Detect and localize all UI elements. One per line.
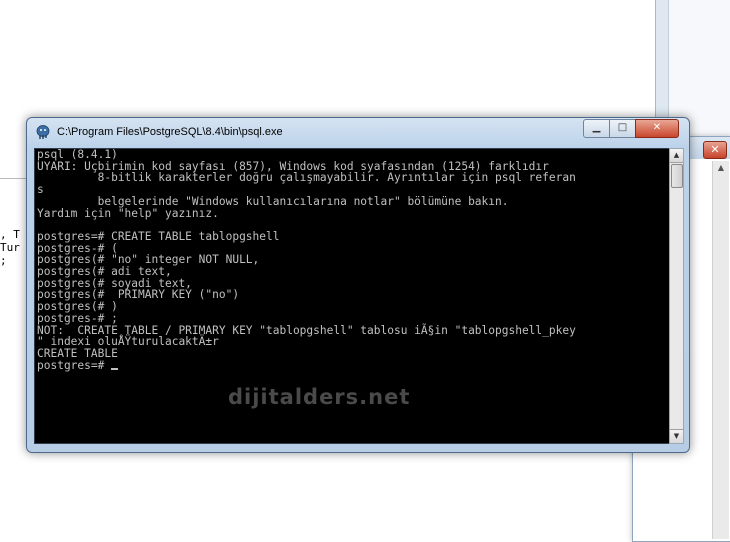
scroll-up-icon[interactable]: ▲ <box>713 163 729 177</box>
background-scrollbar[interactable]: ▲ <box>712 161 729 539</box>
scroll-up-icon[interactable]: ▲ <box>670 149 683 163</box>
watermark: dijitalders.net <box>228 385 411 409</box>
window-titlebar[interactable]: C:\Program Files\PostgreSQL\8.4\bin\psql… <box>27 118 689 146</box>
console-line: Yardım için "help" yazınız. <box>37 206 219 220</box>
console-scrollbar[interactable]: ▲ ▼ <box>669 148 684 444</box>
minimize-button[interactable]: ▁ <box>583 119 610 138</box>
window-title: C:\Program Files\PostgreSQL\8.4\bin\psql… <box>57 126 283 138</box>
maximize-button[interactable]: □ <box>609 119 636 138</box>
scroll-down-icon[interactable]: ▼ <box>670 429 683 443</box>
console-text: psql (8.4.1) UYARI: Uçbirimin kod sayfas… <box>37 149 665 371</box>
console-line: postgres=# <box>37 358 112 372</box>
background-divider <box>0 178 28 179</box>
console-line: 8-bitlik karakterler doğru çalışmayabili… <box>37 171 576 185</box>
scrollbar-thumb[interactable] <box>671 164 683 188</box>
background-close-icon[interactable]: ✕ <box>703 141 727 159</box>
close-button[interactable]: ✕ <box>635 119 679 138</box>
text-cursor <box>111 367 119 370</box>
postgresql-elephant-icon <box>35 124 51 140</box>
